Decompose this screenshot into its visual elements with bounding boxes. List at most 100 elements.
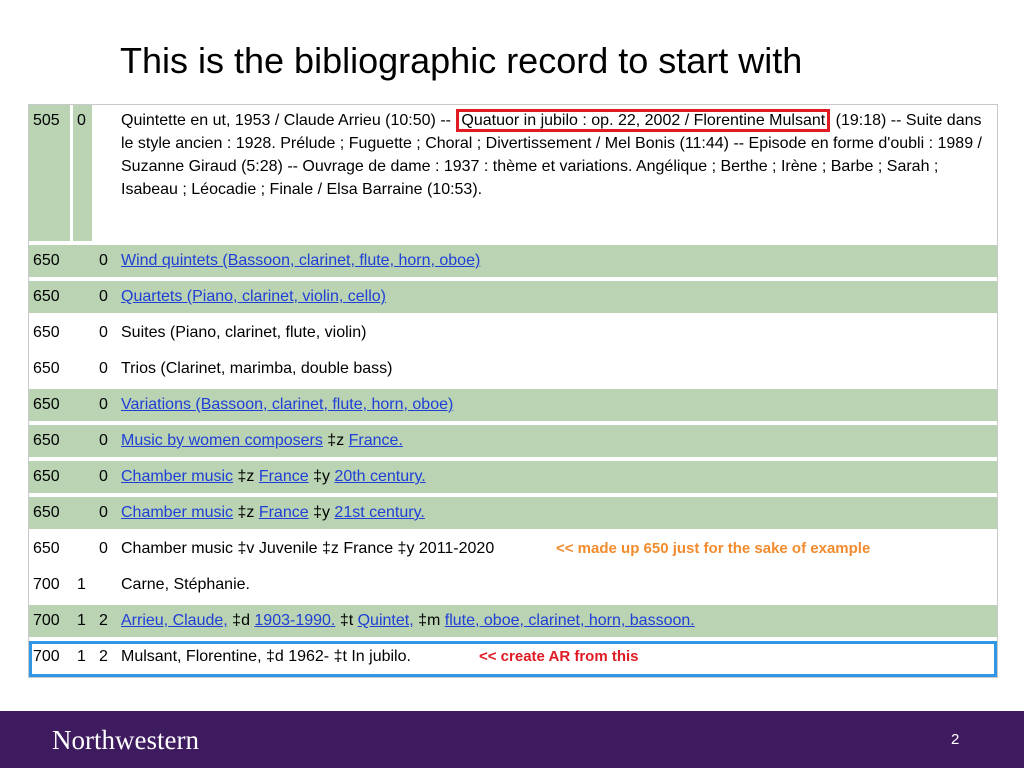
field-data: Chamber music ‡z France ‡y 20th century.: [117, 461, 997, 493]
tag-cell: 700: [29, 605, 73, 637]
subfield-text: Mulsant, Florentine, ‡d 1962- ‡t In jubi…: [121, 648, 411, 665]
subfield-text: ‡y: [308, 468, 335, 485]
record-row: 650 0 Chamber music ‡z France ‡y 21st cent…: [29, 497, 997, 533]
indicator1-cell: [73, 317, 95, 349]
record-row: 650 0 Suites (Piano, clarinet, flute, viol…: [29, 317, 997, 353]
tag-cell: 650: [29, 425, 73, 457]
indicator2-cell: 0: [95, 461, 117, 493]
tag-cell: 650: [29, 245, 73, 277]
northwestern-logo: Northwestern: [52, 725, 199, 755]
indicator2-cell: 0: [95, 533, 117, 565]
record-row: 650 0 Wind quintets (Bassoon, clarinet, fl…: [29, 245, 997, 281]
tag-cell: 700: [29, 569, 73, 601]
heading-link[interactable]: Quartets (Piano, clarinet, violin, cello…: [121, 288, 386, 305]
subfield-text: ‡z: [233, 468, 259, 485]
heading-link[interactable]: 21st century.: [334, 504, 424, 521]
indicator2-cell: 0: [95, 245, 117, 277]
indicator1-cell: 1: [73, 569, 95, 601]
footer-bar: Northwestern 2: [0, 711, 1024, 768]
subfield-text: ‡d: [227, 612, 255, 629]
annotation-note: << made up 650 just for the sake of exam…: [556, 540, 871, 557]
field-data: Chamber music ‡z France ‡y 21st century.: [117, 497, 997, 529]
heading-link[interactable]: France: [259, 468, 309, 485]
indicator2-cell: 0: [95, 353, 117, 385]
heading-link[interactable]: Music by women composers: [121, 432, 323, 449]
contents-note: Quintette en ut, 1953 / Claude Arrieu (1…: [117, 105, 997, 241]
indicator2-cell: 0: [95, 425, 117, 457]
indicator1-cell: [73, 353, 95, 385]
indicator1-cell: [73, 425, 95, 457]
subfield-text: ‡m: [413, 612, 445, 629]
field-data: Quartets (Piano, clarinet, violin, cello…: [117, 281, 997, 313]
indicator2-cell: 0: [95, 389, 117, 421]
field-data: Wind quintets (Bassoon, clarinet, flute,…: [117, 245, 997, 277]
highlighted-work-title: Quatuor in jubilo : op. 22, 2002 / Flore…: [456, 109, 831, 132]
heading-link[interactable]: 1903-1990.: [254, 612, 335, 629]
record-row-505: 505 0 Quintette en ut, 1953 / Claude Arr…: [29, 105, 997, 245]
field-data: Carne, Stéphanie.: [117, 569, 997, 601]
indicator1-cell: [73, 461, 95, 493]
record-row: 650 0 Quartets (Piano, clarinet, violin, c…: [29, 281, 997, 317]
bibliographic-record-table: 505 0 Quintette en ut, 1953 / Claude Arr…: [28, 104, 998, 678]
indicator2-cell: [95, 105, 117, 241]
subfield-text: ‡y: [308, 504, 335, 521]
indicator2-cell: 2: [95, 605, 117, 637]
tag-cell: 650: [29, 533, 73, 565]
heading-link[interactable]: France.: [349, 432, 403, 449]
indicator1-cell: 1: [73, 605, 95, 637]
indicator2-cell: 2: [95, 641, 117, 673]
tag-cell: 650: [29, 461, 73, 493]
indicator1-cell: [73, 533, 95, 565]
indicator2-cell: 0: [95, 497, 117, 529]
tag-cell: 505: [29, 105, 73, 241]
indicator1-cell: [73, 389, 95, 421]
subfield-text: Carne, Stéphanie.: [121, 576, 250, 593]
heading-link[interactable]: Quintet,: [358, 612, 414, 629]
record-row: 700 1 Carne, Stéphanie.: [29, 569, 997, 605]
subfield-text: ‡z: [322, 432, 349, 449]
field-data: Trios (Clarinet, marimba, double bass): [117, 353, 997, 385]
tag-cell: 650: [29, 389, 73, 421]
heading-link[interactable]: Chamber music: [121, 468, 233, 485]
annotation-note: << create AR from this: [479, 648, 639, 665]
tag-cell: 650: [29, 317, 73, 349]
record-row[interactable]: 700 1 2 Mulsant, Florentine, ‡d 1962- ‡t In…: [29, 641, 997, 677]
field-data: Variations (Bassoon, clarinet, flute, ho…: [117, 389, 997, 421]
record-row: 650 0 Chamber music ‡v Juvenile ‡z France …: [29, 533, 997, 569]
indicator2-cell: 0: [95, 281, 117, 313]
tag-cell: 650: [29, 281, 73, 313]
record-row: 650 0 Variations (Bassoon, clarinet, flute…: [29, 389, 997, 425]
heading-link[interactable]: Wind quintets (Bassoon, clarinet, flute,…: [121, 252, 480, 269]
indicator2-cell: 0: [95, 317, 117, 349]
indicator2-cell: [95, 569, 117, 601]
heading-link[interactable]: Variations (Bassoon, clarinet, flute, ho…: [121, 396, 453, 413]
field-data: Suites (Piano, clarinet, flute, violin): [117, 317, 997, 349]
record-row: 650 0 Chamber music ‡z France ‡y 20th cent…: [29, 461, 997, 497]
tag-cell: 650: [29, 353, 73, 385]
subfield-text: ‡t: [335, 612, 358, 629]
heading-link[interactable]: flute, oboe, clarinet, horn, bassoon.: [445, 612, 695, 629]
record-row: 650 0 Music by women composers ‡z France.: [29, 425, 997, 461]
subfield-text: Suites (Piano, clarinet, flute, violin): [121, 324, 367, 341]
indicator1-cell: 0: [73, 105, 95, 241]
tag-cell: 650: [29, 497, 73, 529]
record-rows: 650 0 Wind quintets (Bassoon, clarinet, fl…: [29, 245, 997, 677]
subfield-text: Chamber music ‡v Juvenile ‡z France ‡y 2…: [121, 540, 495, 557]
tag-cell: 700: [29, 641, 73, 673]
indicator1-cell: [73, 281, 95, 313]
heading-link[interactable]: France: [259, 504, 309, 521]
heading-link[interactable]: Arrieu, Claude,: [121, 612, 228, 629]
slide-title: This is the bibliographic record to star…: [120, 40, 803, 81]
indicator1-cell: [73, 245, 95, 277]
indicator1-cell: 1: [73, 641, 95, 673]
indicator1-cell: [73, 497, 95, 529]
contents-note-text: Quintette en ut, 1953 / Claude Arrieu (1…: [121, 112, 456, 129]
record-row: 700 1 2 Arrieu, Claude, ‡d 1903-1990. ‡t Qu…: [29, 605, 997, 641]
field-data: Music by women composers ‡z France.: [117, 425, 997, 457]
subfield-text: ‡z: [233, 504, 259, 521]
field-data: Arrieu, Claude, ‡d 1903-1990. ‡t Quintet…: [117, 605, 997, 637]
heading-link[interactable]: 20th century.: [334, 468, 425, 485]
page-number: 2: [951, 731, 960, 748]
heading-link[interactable]: Chamber music: [121, 504, 233, 521]
subfield-text: Trios (Clarinet, marimba, double bass): [121, 360, 393, 377]
